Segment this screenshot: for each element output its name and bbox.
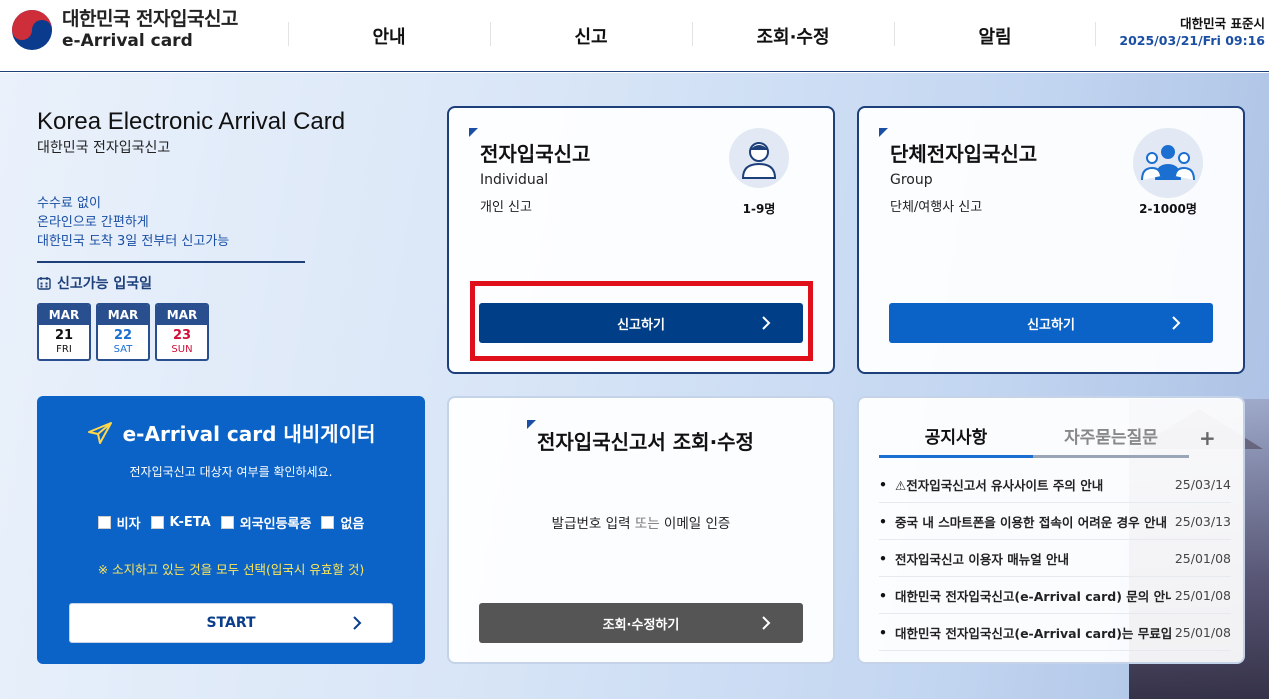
- notice-item[interactable]: • 전자입국신고 이용자 매뉴얼 안내 25/01/08: [879, 540, 1231, 577]
- navigator-panel: e-Arrival card 내비게이터 전자입국신고 대상자 여부를 확인하세…: [37, 396, 425, 664]
- navigator-title-text: e-Arrival card 내비게이터: [122, 422, 376, 446]
- option-visa-checkbox[interactable]: 비자: [97, 513, 141, 532]
- standard-time-clock: 대한민국 표준시 2025/03/21/Fri 09:16: [1119, 15, 1265, 49]
- available-dates: MAR 21 FRI MAR 22 SAT MAR 23 SUN: [37, 303, 214, 361]
- date-day: 22: [113, 328, 133, 343]
- clock-label: 대한민국 표준시: [1180, 16, 1265, 31]
- intro-divider: [37, 261, 305, 263]
- individual-en: Individual: [480, 172, 549, 188]
- chevron-right-icon: [1172, 316, 1181, 330]
- group-en: Group: [890, 172, 933, 188]
- date-weekday: SAT: [113, 344, 133, 355]
- intro-point: 대한민국 도착 3일 전부터 신고가능: [37, 234, 230, 249]
- notice-item[interactable]: • ⚠전자입국신고서 유사사이트 주의 안내 25/03/14: [879, 466, 1231, 503]
- group-ko: 단체/여행사 신고: [890, 200, 983, 215]
- notice-date: 25/01/08: [1174, 550, 1231, 566]
- notice-item[interactable]: • 대한민국 전자입국신고(e-Arrival card)는 무료입니다 25/01…: [879, 614, 1231, 651]
- lookup-card: 전자입국신고서 조회·수정 발급번호 입력 또는 이메일 인증 조회·수정하기: [447, 396, 835, 664]
- paper-plane-icon: [87, 421, 112, 444]
- date-day: 23: [172, 328, 192, 343]
- intro-title: Korea Electronic Arrival Card: [37, 108, 346, 135]
- intro-points: 수수료 없이 온라인으로 간편하게 대한민국 도착 3일 전부터 신고가능: [37, 194, 229, 251]
- date-badge: MAR 22 SAT: [96, 303, 150, 361]
- notice-tabs: 공지사항 자주묻는질문 +: [879, 416, 1229, 458]
- group-count: 2-1000명: [1139, 202, 1197, 216]
- more-plus-icon[interactable]: +: [1199, 426, 1216, 450]
- start-button-label: START: [206, 615, 256, 631]
- notice-title: 대한민국 전자입국신고(e-Arrival card)는 무료입니다: [895, 625, 1171, 641]
- nav-item-report[interactable]: 신고: [490, 0, 692, 72]
- lookup-button[interactable]: 조회·수정하기: [479, 603, 803, 643]
- option-alien-card-checkbox[interactable]: 외국인등록증: [220, 513, 311, 532]
- site-logo[interactable]: 대한민국 전자입국신고 e-Arrival card: [12, 10, 238, 50]
- individual-ko: 개인 신고: [480, 200, 532, 215]
- available-dates-label: 신고가능 입국일: [57, 276, 153, 292]
- notice-title: 중국 내 스마트폰을 이용한 접속이 어려운 경우 안내: [895, 514, 1167, 530]
- chevron-right-icon: [762, 616, 771, 630]
- group-report-card: 단체전자입국신고 Group 단체/여행사 신고 2-1000명 신고하기: [857, 106, 1245, 374]
- date-badge: MAR 23 SUN: [155, 303, 209, 361]
- date-month: MAR: [157, 305, 207, 325]
- notice-panel: 공지사항 자주묻는질문 + • ⚠전자입국신고서 유사사이트 주의 안내 25/03…: [857, 396, 1245, 664]
- group-report-button[interactable]: 신고하기: [889, 303, 1213, 343]
- notice-item[interactable]: • 중국 내 스마트폰을 이용한 접속이 어려운 경우 안내 25/03/13: [879, 503, 1231, 540]
- individual-title: 전자입국신고: [480, 142, 591, 166]
- chevron-right-icon: [353, 616, 362, 630]
- notice-date: 25/01/08: [1174, 624, 1231, 640]
- calendar-icon: [37, 277, 51, 290]
- start-button[interactable]: START: [69, 603, 393, 643]
- logo-title-en: e-Arrival card: [62, 31, 193, 51]
- intro-subtitle: 대한민국 전자입국신고: [37, 140, 171, 156]
- option-keta-checkbox[interactable]: K-ETA: [150, 513, 211, 532]
- intro-point: 수수료 없이: [37, 196, 101, 211]
- nav-item-guide[interactable]: 안내: [288, 0, 490, 72]
- site-header: 대한민국 전자입국신고 e-Arrival card 안내 신고 조회·수정 알…: [0, 0, 1269, 72]
- corner-mark: [469, 128, 478, 137]
- nav-item-notice[interactable]: 알림: [894, 0, 1096, 72]
- intro-point: 온라인으로 간편하게: [37, 215, 149, 230]
- date-day: 21: [54, 328, 74, 343]
- option-none-checkbox[interactable]: 없음: [321, 513, 364, 532]
- group-button-label: 신고하기: [1027, 317, 1075, 333]
- individual-count: 1-9명: [742, 202, 776, 216]
- navigator-title: e-Arrival card 내비게이터: [37, 418, 425, 447]
- date-badge: MAR 21 FRI: [37, 303, 91, 361]
- main-nav: 안내 신고 조회·수정 알림: [288, 0, 1096, 72]
- tab-faq[interactable]: 자주묻는질문: [1033, 416, 1189, 458]
- notice-date: 25/01/08: [1174, 587, 1231, 603]
- lookup-button-label: 조회·수정하기: [602, 617, 680, 633]
- date-month: MAR: [98, 305, 148, 325]
- tab-notice[interactable]: 공지사항: [879, 416, 1033, 458]
- notice-title: 전자입국신고 이용자 매뉴얼 안내: [895, 551, 1070, 567]
- person-icon: [729, 128, 789, 188]
- notice-title: 대한민국 전자입국신고(e-Arrival card) 문의 안내: [895, 588, 1171, 604]
- group-icon: [1133, 128, 1203, 198]
- navigator-description: 전자입국신고 대상자 여부를 확인하세요.: [129, 465, 333, 479]
- lookup-description: 발급번호 입력 또는 이메일 인증: [551, 516, 731, 532]
- corner-mark: [527, 420, 536, 429]
- highlight-box: [470, 281, 813, 361]
- date-weekday: FRI: [56, 344, 72, 355]
- logo-title-ko: 대한민국 전자입국신고: [62, 8, 238, 30]
- date-weekday: SUN: [171, 344, 193, 355]
- date-month: MAR: [39, 305, 89, 325]
- notice-date: 25/03/14: [1174, 476, 1231, 492]
- navigator-note: ※ 소지하고 있는 것을 모두 선택(입국시 유효할 것): [97, 562, 365, 577]
- group-title: 단체전자입국신고: [890, 142, 1038, 166]
- nav-item-lookup[interactable]: 조회·수정: [692, 0, 894, 72]
- notice-list: • ⚠전자입국신고서 유사사이트 주의 안내 25/03/14 • 중국 내 스마트폰…: [879, 466, 1231, 651]
- notice-item[interactable]: • 대한민국 전자입국신고(e-Arrival card) 문의 안내 25/01/…: [879, 577, 1231, 614]
- notice-date: 25/03/13: [1174, 513, 1231, 529]
- lookup-title: 전자입국신고서 조회·수정: [537, 430, 754, 454]
- navigator-options: 비자 K-ETA 외국인등록증 없음: [37, 513, 425, 532]
- available-dates-heading: 신고가능 입국일: [37, 273, 152, 293]
- clock-value: 2025/03/21/Fri 09:16: [1119, 33, 1265, 48]
- corner-mark: [879, 128, 888, 137]
- taegeuk-logo-icon: [12, 10, 52, 50]
- notice-title: ⚠전자입국신고서 유사사이트 주의 안내: [895, 477, 1104, 493]
